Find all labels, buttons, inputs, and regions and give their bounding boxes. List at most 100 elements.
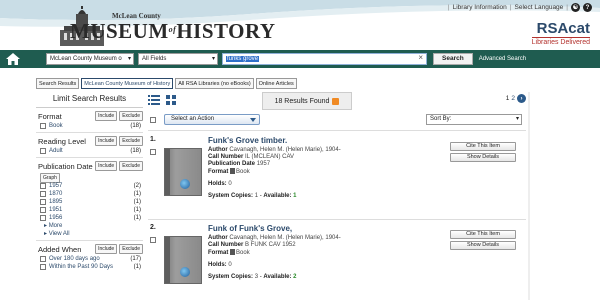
cite-this-item-button[interactable]: Cite This Item: [450, 142, 516, 151]
rss-icon[interactable]: [332, 97, 340, 105]
facet-publication-date: Publication Date Include Exclude Graph 1…: [36, 158, 143, 241]
checkbox[interactable]: [40, 191, 46, 197]
exclude-button[interactable]: Exclude: [119, 244, 143, 254]
result-checkbox[interactable]: [150, 149, 156, 155]
checkbox[interactable]: [40, 199, 46, 205]
more-link[interactable]: ▸ More: [44, 222, 143, 229]
facet-format: Format Include Exclude Book (18): [36, 108, 143, 133]
facet-title: Publication Date: [38, 161, 93, 171]
include-button[interactable]: Include: [95, 136, 118, 146]
help-icon[interactable]: ?: [583, 3, 592, 12]
grid-view-icon[interactable]: [166, 95, 176, 105]
book-cover-image[interactable]: [164, 148, 202, 196]
cite-this-item-button[interactable]: Cite This Item: [450, 230, 516, 239]
tab-all-rsa-libraries[interactable]: All RSA Libraries (no eBooks): [175, 78, 254, 89]
checkbox[interactable]: [40, 148, 46, 154]
museum-logo[interactable]: McLean County MUSEUMofHISTORY: [70, 12, 276, 43]
globe-icon: [180, 267, 190, 277]
facet-option[interactable]: Book (18): [38, 123, 143, 129]
facet-option[interactable]: Within the Past 90 Days (1): [38, 264, 143, 270]
facet-reading-level: Reading Level Include Exclude Adult (18): [36, 133, 143, 158]
tab-online-articles[interactable]: Online Articles: [255, 78, 297, 89]
rsacat-logo[interactable]: RSAcat Libraries Delivered: [531, 20, 590, 46]
format-value: Book: [236, 250, 250, 256]
facet-added-when: Added When Include Exclude Over 180 days…: [36, 241, 143, 273]
search-field-select[interactable]: All Fields ▾: [138, 53, 218, 65]
facet-option[interactable]: 1870 (1): [38, 191, 143, 197]
show-details-button[interactable]: Show Details: [450, 153, 516, 162]
tab-mclean-county-museum[interactable]: McLean County Museum of History: [81, 78, 174, 89]
facet-title: Added When: [38, 244, 82, 254]
result-title-link[interactable]: Funk of Funk's Grove,: [208, 224, 438, 233]
rsacat-name: RSAcat: [536, 20, 590, 37]
format-value: Book: [236, 169, 250, 175]
select-all-checkbox[interactable]: [150, 117, 156, 123]
search-bar: McLean County Museum o ▾ All Fields ▾ funk…: [0, 50, 600, 68]
sort-by-select[interactable]: Sort By: ▾: [426, 114, 522, 125]
divider: [148, 219, 526, 220]
checkbox[interactable]: [40, 123, 46, 129]
include-button[interactable]: Include: [95, 244, 118, 254]
facet-sidebar: Limit Search Results Format Include Excl…: [36, 92, 143, 300]
rsacat-tagline: Libraries Delivered: [531, 37, 590, 46]
publication-date-value: 1957: [256, 161, 271, 167]
include-button[interactable]: Include: [95, 111, 118, 121]
book-icon: [230, 249, 236, 255]
accessibility-icon[interactable]: ☯: [571, 3, 580, 12]
search-button[interactable]: Search: [433, 53, 473, 65]
exclude-button[interactable]: Exclude: [119, 111, 143, 121]
result-title-link[interactable]: Funk's Grove timber.: [208, 136, 438, 145]
search-input[interactable]: funks grove ×: [222, 53, 427, 65]
advanced-search-link[interactable]: Advanced Search: [479, 56, 526, 62]
exclude-button[interactable]: Exclude: [119, 161, 143, 171]
book-cover-image[interactable]: [164, 236, 202, 284]
facet-option[interactable]: 1956 (1): [38, 215, 143, 221]
show-details-button[interactable]: Show Details: [450, 241, 516, 250]
next-page-icon[interactable]: ›: [517, 94, 526, 103]
library-information-link[interactable]: Library Information: [453, 4, 507, 11]
select-action-dropdown[interactable]: Select an Action: [164, 114, 260, 125]
home-icon[interactable]: [0, 50, 26, 68]
limit-search-title: Limit Search Results: [36, 92, 143, 108]
exclude-button[interactable]: Exclude: [119, 136, 143, 146]
include-button[interactable]: Include: [95, 161, 118, 171]
brand-title: MUSEUMofHISTORY: [70, 19, 276, 43]
call-number-value: IL (MCLEAN) CAV: [245, 154, 295, 160]
checkbox[interactable]: [40, 264, 46, 270]
system-copies-value: 3: [254, 274, 259, 280]
site-header: McLean County MUSEUMofHISTORY | Library …: [0, 0, 600, 50]
system-copies-value: 1: [254, 193, 259, 199]
page-2-link[interactable]: 2: [511, 95, 515, 102]
facet-option[interactable]: 1895 (1): [38, 199, 143, 205]
author-value: Cavanagh, Helen M. (Helen Marie), 1904-: [229, 235, 341, 241]
graph-button[interactable]: Graph: [40, 173, 60, 183]
checkbox[interactable]: [40, 183, 46, 189]
checkbox[interactable]: [40, 207, 46, 213]
chevron-down-icon: ▾: [211, 56, 215, 62]
scrollbar[interactable]: [528, 92, 530, 300]
results-count: 18 Results Found: [262, 92, 352, 110]
select-language-link[interactable]: Select Language: [515, 4, 564, 11]
search-query: funks grove: [226, 56, 260, 62]
facet-option[interactable]: 1951 (1): [38, 207, 143, 213]
globe-icon: [180, 179, 190, 189]
list-view-icon[interactable]: [148, 95, 160, 105]
result-number: 2.: [150, 224, 156, 231]
checkbox[interactable]: [40, 256, 46, 262]
facet-option[interactable]: 1957 (2): [38, 183, 143, 189]
result-checkbox[interactable]: [150, 237, 156, 243]
facet-title: Format: [38, 111, 62, 121]
chevron-down-icon: ▾: [127, 56, 131, 62]
facet-option[interactable]: Adult (18): [38, 148, 143, 154]
clear-search-icon[interactable]: ×: [418, 53, 423, 62]
view-all-link[interactable]: ▸ View All: [44, 230, 143, 237]
tab-search-results[interactable]: Search Results: [36, 78, 80, 89]
chevron-down-icon: ▾: [515, 116, 519, 122]
checkbox[interactable]: [40, 215, 46, 221]
holds-value: 0: [228, 181, 232, 187]
facet-option[interactable]: Over 180 days ago (17): [38, 256, 143, 262]
result-item: 2. Funk of Funk's Grove, Author Cavanagh…: [148, 224, 526, 304]
library-scope-select[interactable]: McLean County Museum o ▾: [46, 53, 134, 65]
utility-links: | Library Information | Select Language …: [448, 3, 592, 12]
book-icon: [230, 168, 236, 174]
